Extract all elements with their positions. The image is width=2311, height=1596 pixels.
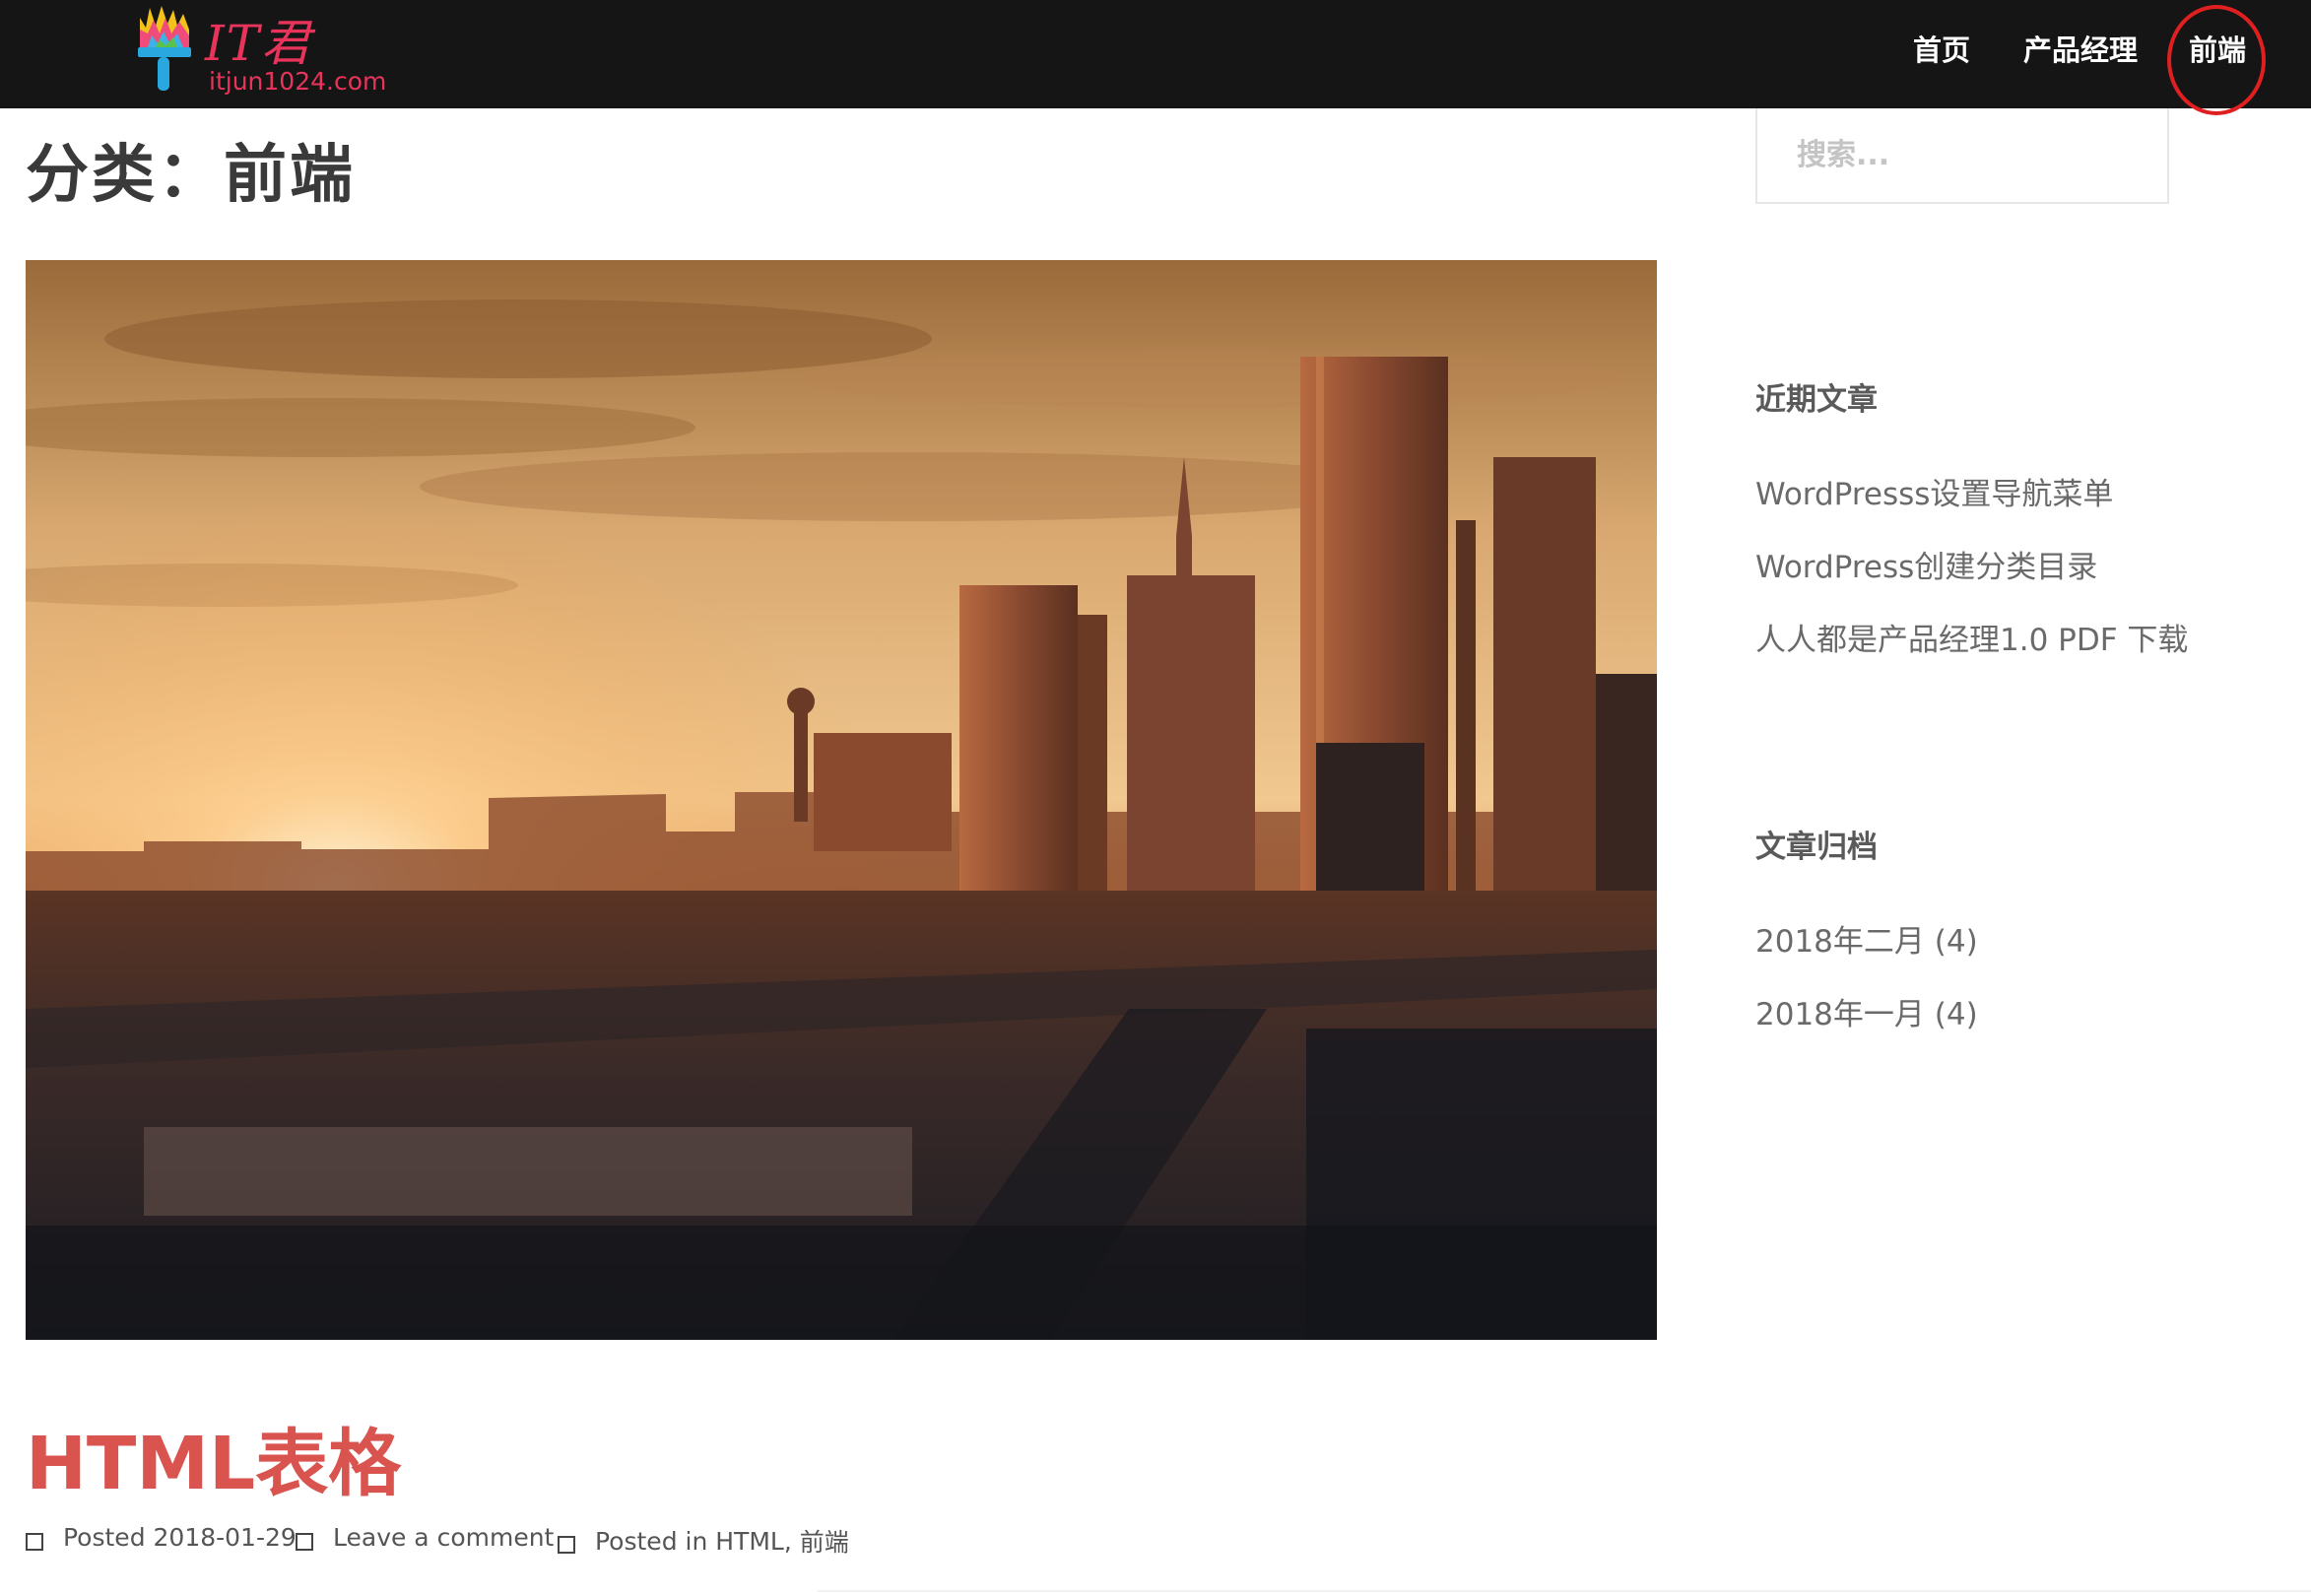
recent-post-link[interactable]: 人人都是产品经理1.0 PDF 下载 [1755, 615, 2188, 659]
divider [818, 1590, 2311, 1592]
meta-square-icon [296, 1532, 313, 1551]
meta-square-icon [26, 1532, 43, 1551]
logo-url: itjun1024.com [209, 67, 387, 96]
nav-item-home[interactable]: 首页 [1913, 28, 1970, 69]
recent-post-link[interactable]: WordPresss设置导航菜单 [1755, 469, 2113, 513]
search-input[interactable] [1755, 108, 2169, 204]
recent-post-link[interactable]: WordPress创建分类目录 [1755, 542, 2097, 586]
category-separator: , [783, 1526, 800, 1556]
post-date-meta: Posted 2018-01-29 [26, 1523, 297, 1552]
post-title-link[interactable]: HTML表格 [26, 1405, 401, 1510]
paintbrush-logo-icon [138, 6, 191, 91]
page-title: 分类：前端 [26, 139, 356, 212]
nav-item-product-manager[interactable]: 产品经理 [2023, 28, 2138, 69]
post-date[interactable]: Posted 2018-01-29 [63, 1523, 297, 1552]
top-navigation-bar: IT君 itjun1024.com 首页 产品经理 前端 [0, 0, 2311, 108]
city-skyline-sunset-image [26, 260, 1657, 1340]
category-link-frontend[interactable]: 前端 [800, 1523, 849, 1559]
archives-title: 文章归档 [1755, 830, 1878, 865]
posted-in-label: Posted in [595, 1526, 716, 1556]
post-categories-meta: Posted in HTML, 前端 [558, 1523, 849, 1559]
category-link-html[interactable]: HTML [715, 1527, 784, 1556]
post-featured-image[interactable] [26, 260, 1657, 1340]
nav-item-frontend[interactable]: 前端 [2189, 28, 2246, 69]
recent-posts-title: 近期文章 [1755, 382, 1878, 418]
archive-link[interactable]: 2018年一月 (4) [1755, 989, 1978, 1033]
leave-comment-link[interactable]: Leave a comment [333, 1523, 554, 1552]
meta-square-icon [558, 1536, 575, 1554]
post-comment-meta: Leave a comment [296, 1523, 554, 1552]
site-logo[interactable]: IT君 itjun1024.com [134, 4, 390, 102]
archive-link[interactable]: 2018年二月 (4) [1755, 916, 1978, 961]
logo-title: IT君 [205, 15, 313, 72]
